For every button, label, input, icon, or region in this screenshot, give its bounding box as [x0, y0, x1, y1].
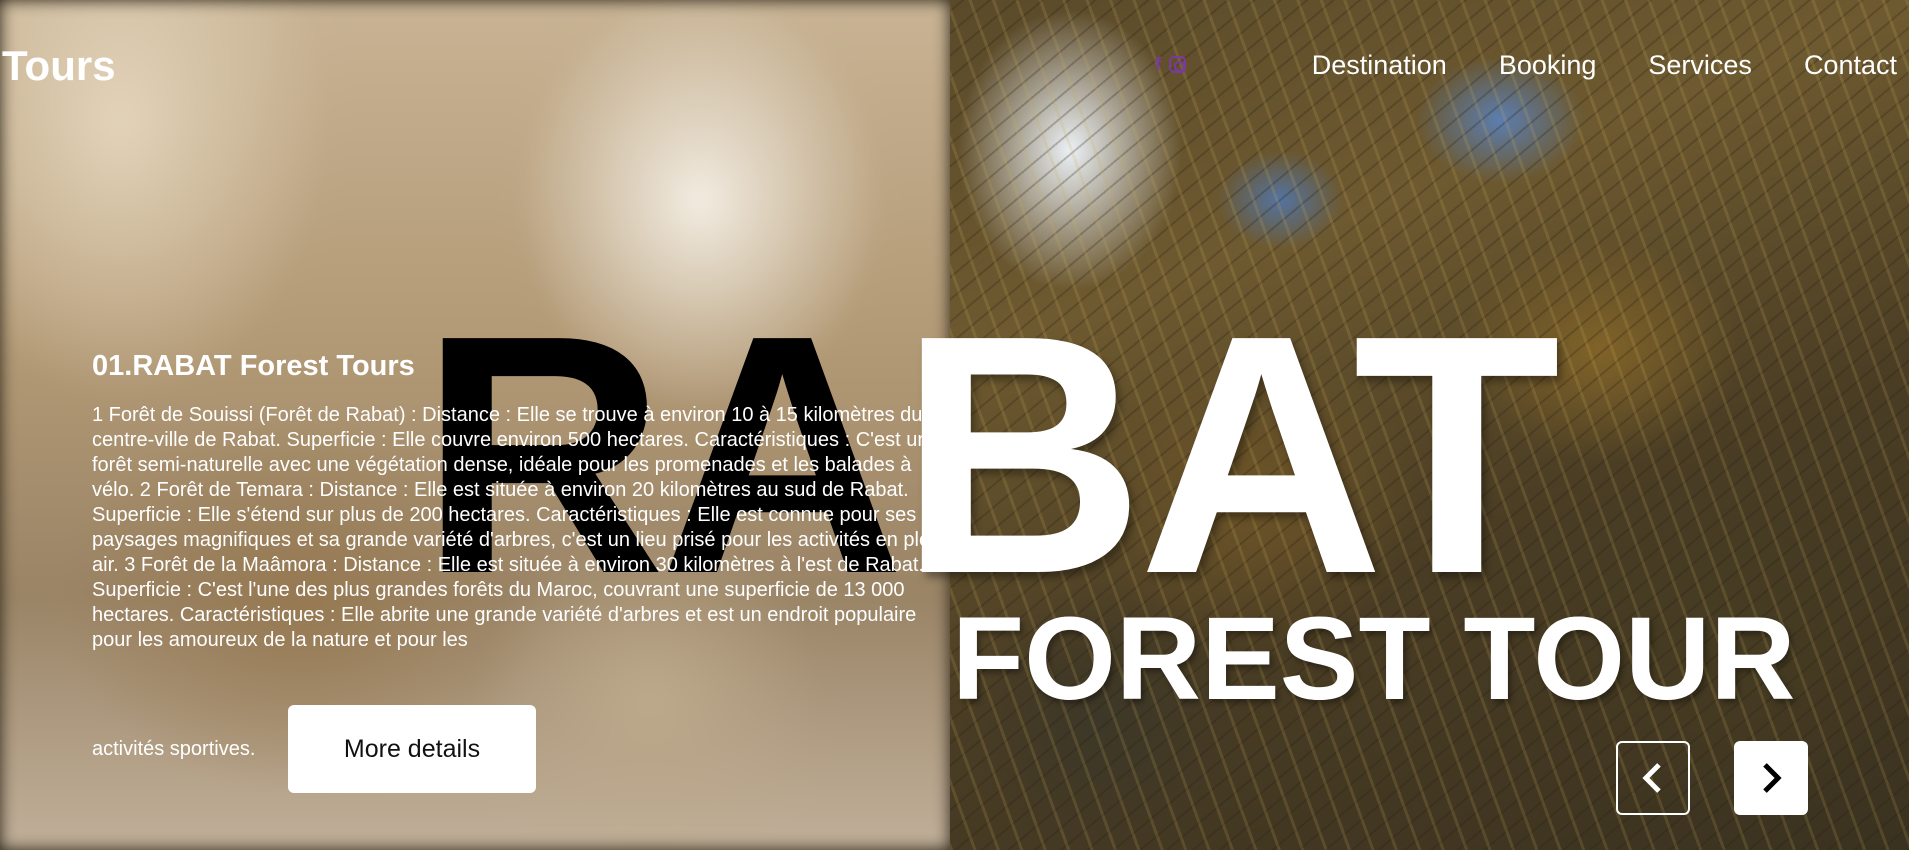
site-logo[interactable]: Tours [2, 42, 116, 90]
tour-paragraph-end: activités sportives. [92, 738, 256, 760]
hero-title-light: BAT [899, 265, 1561, 645]
slider-prev-button[interactable] [1616, 741, 1690, 815]
tour-heading: 01.RABAT Forest Tours [92, 350, 415, 382]
tour-paragraph: 1 Forêt de Souissi (Forêt de Rabat) : Di… [92, 404, 946, 651]
nav-contact[interactable]: Contact [1804, 50, 1897, 81]
instagram-icon[interactable] [1169, 55, 1186, 73]
chevron-left-icon [1642, 763, 1661, 793]
tour-description: 01.RABAT Forest Tours 1 Forêt de Souissi… [92, 350, 952, 653]
nav-booking[interactable]: Booking [1499, 50, 1597, 81]
social-links: f [1155, 55, 1186, 73]
nav-destination[interactable]: Destination [1312, 50, 1447, 81]
chevron-right-icon [1763, 763, 1782, 793]
main-nav: Destination Booking Services Contact [1312, 50, 1897, 81]
nav-services[interactable]: Services [1648, 50, 1752, 81]
slider-next-button[interactable] [1734, 741, 1808, 815]
hero-subtitle: FOREST TOUR [952, 593, 1796, 725]
facebook-icon[interactable]: f [1155, 55, 1161, 73]
more-details-button[interactable]: More details [288, 705, 536, 793]
